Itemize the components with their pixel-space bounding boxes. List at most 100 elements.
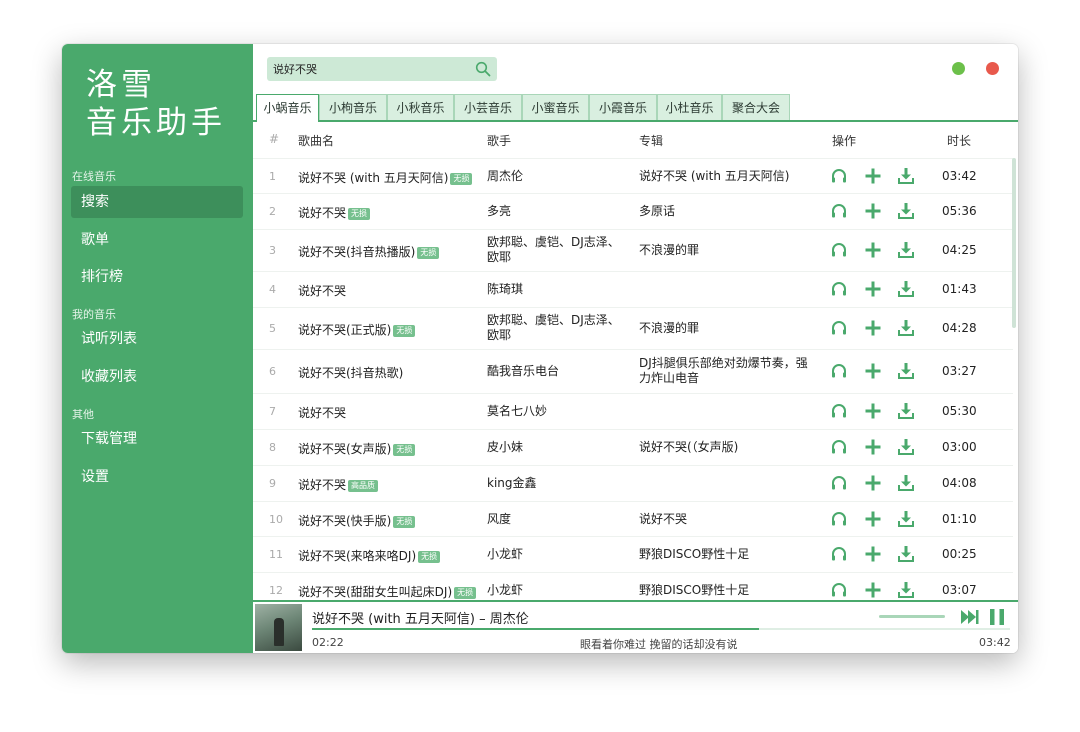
list-scrollbar[interactable] <box>1012 158 1016 328</box>
download-icon[interactable] <box>897 438 915 456</box>
sidebar-item-settings[interactable]: 设置 <box>71 461 243 493</box>
headphones-icon[interactable] <box>830 545 848 563</box>
pause-icon[interactable] <box>989 608 1005 626</box>
sidebar-item-playlists[interactable]: 歌单 <box>71 224 243 256</box>
download-icon[interactable] <box>897 474 915 492</box>
album-cover[interactable] <box>255 604 302 651</box>
plus-icon[interactable] <box>864 280 882 298</box>
window-minimize-button[interactable] <box>952 62 965 75</box>
download-icon[interactable] <box>897 581 915 599</box>
table-row[interactable]: 9 说好不哭 高品质 king金鑫 04:08 <box>253 465 1013 502</box>
table-row[interactable]: 3 说好不哭(抖音热播版) 无损 欧邦聪、虞铠、DJ志泽、欧耶 不浪漫的罪 04:… <box>253 229 1013 272</box>
row-album[interactable]: 说好不哭(（女声版) <box>639 440 819 455</box>
table-row[interactable]: 5 说好不哭(正式版) 无损 欧邦聪、虞铠、DJ志泽、欧耶 不浪漫的罪 04:28 <box>253 307 1013 350</box>
row-singer[interactable]: king金鑫 <box>487 476 627 491</box>
plus-icon[interactable] <box>864 167 882 185</box>
download-icon[interactable] <box>897 362 915 380</box>
table-row[interactable]: 4 说好不哭 陈琦琪 01:43 <box>253 271 1013 308</box>
headphones-icon[interactable] <box>830 202 848 220</box>
search-input[interactable] <box>273 57 469 81</box>
plus-icon[interactable] <box>864 438 882 456</box>
headphones-icon[interactable] <box>830 474 848 492</box>
row-index: 9 <box>269 477 276 490</box>
headphones-icon[interactable] <box>830 280 848 298</box>
progress-bar[interactable] <box>312 628 1010 630</box>
sidebar-item-charts[interactable]: 排行榜 <box>71 261 243 293</box>
plus-icon[interactable] <box>864 319 882 337</box>
plus-icon[interactable] <box>864 510 882 528</box>
headphones-icon[interactable] <box>830 581 848 599</box>
table-row[interactable]: 10 说好不哭(快手版) 无损 风度 说好不哭 01:10 <box>253 501 1013 537</box>
headphones-icon[interactable] <box>830 319 848 337</box>
row-singer[interactable]: 小龙虾 <box>487 547 627 562</box>
row-singer[interactable]: 莫名七八妙 <box>487 404 627 419</box>
row-singer[interactable]: 酷我音乐电台 <box>487 364 627 379</box>
download-icon[interactable] <box>897 319 915 337</box>
row-index: 6 <box>269 365 276 378</box>
tab-source-8[interactable]: 聚合大会 <box>722 94 790 120</box>
download-icon[interactable] <box>897 510 915 528</box>
header-duration: 时长 <box>947 134 972 148</box>
tab-source-3[interactable]: 小秋音乐 <box>387 94 454 120</box>
row-album[interactable]: 多原话 <box>639 204 819 219</box>
plus-icon[interactable] <box>864 402 882 420</box>
row-singer[interactable]: 欧邦聪、虞铠、DJ志泽、欧耶 <box>487 235 627 265</box>
download-icon[interactable] <box>897 167 915 185</box>
headphones-icon[interactable] <box>830 167 848 185</box>
plus-icon[interactable] <box>864 581 882 599</box>
row-album[interactable]: 野狼DISCO野性十足 <box>639 583 819 598</box>
tab-source-4[interactable]: 小芸音乐 <box>454 94 522 120</box>
download-icon[interactable] <box>897 202 915 220</box>
tab-source-1[interactable]: 小蜗音乐 <box>256 94 319 122</box>
table-row[interactable]: 6 说好不哭(抖音热歌) 酷我音乐电台 DJ抖腿俱乐部绝对劲爆节奏，强力炸山电音… <box>253 349 1013 394</box>
row-song-cell: 说好不哭 <box>298 282 346 299</box>
row-album[interactable]: 说好不哭 <box>639 512 819 527</box>
download-icon[interactable] <box>897 241 915 259</box>
row-singer[interactable]: 陈琦琪 <box>487 282 627 297</box>
headphones-icon[interactable] <box>830 438 848 456</box>
volume-slider[interactable] <box>879 615 945 618</box>
plus-icon[interactable] <box>864 202 882 220</box>
tab-source-2[interactable]: 小枸音乐 <box>319 94 387 120</box>
table-row[interactable]: 11 说好不哭(来咯来咯DJ) 无损 小龙虾 野狼DISCO野性十足 00:25 <box>253 536 1013 573</box>
row-singer[interactable]: 风度 <box>487 512 627 527</box>
table-row[interactable]: 2 说好不哭 无损 多亮 多原话 05:36 <box>253 193 1013 230</box>
sidebar-item-trial-list[interactable]: 试听列表 <box>71 323 243 355</box>
tab-source-6[interactable]: 小霞音乐 <box>589 94 657 120</box>
sidebar-item-downloads[interactable]: 下载管理 <box>71 423 243 455</box>
table-row[interactable]: 12 说好不哭(甜甜女生叫起床DJ) 无损 小龙虾 野狼DISCO野性十足 03:… <box>253 572 1013 600</box>
sidebar-item-favorites[interactable]: 收藏列表 <box>71 361 243 393</box>
row-singer[interactable]: 欧邦聪、虞铠、DJ志泽、欧耶 <box>487 313 627 343</box>
plus-icon[interactable] <box>864 474 882 492</box>
headphones-icon[interactable] <box>830 241 848 259</box>
search-icon[interactable] <box>475 61 491 77</box>
row-album[interactable]: 不浪漫的罪 <box>639 243 819 258</box>
row-singer[interactable]: 皮小妹 <box>487 440 627 455</box>
tab-source-5[interactable]: 小蜜音乐 <box>522 94 589 120</box>
headphones-icon[interactable] <box>830 402 848 420</box>
window-close-button[interactable] <box>986 62 999 75</box>
download-icon[interactable] <box>897 402 915 420</box>
plus-icon[interactable] <box>864 545 882 563</box>
table-row[interactable]: 7 说好不哭 莫名七八妙 05:30 <box>253 393 1013 430</box>
download-icon[interactable] <box>897 545 915 563</box>
download-icon[interactable] <box>897 280 915 298</box>
plus-icon[interactable] <box>864 362 882 380</box>
row-album[interactable]: 不浪漫的罪 <box>639 321 819 336</box>
row-song-cell: 说好不哭(快手版) 无损 <box>298 512 416 529</box>
plus-icon[interactable] <box>864 241 882 259</box>
headphones-icon[interactable] <box>830 362 848 380</box>
sidebar-item-search[interactable]: 搜索 <box>71 186 243 218</box>
row-album[interactable]: DJ抖腿俱乐部绝对劲爆节奏，强力炸山电音 <box>639 356 819 386</box>
row-album[interactable]: 说好不哭 (with 五月天阿信) <box>639 169 819 184</box>
next-icon[interactable] <box>961 609 979 625</box>
row-singer[interactable]: 周杰伦 <box>487 169 627 184</box>
row-album[interactable]: 野狼DISCO野性十足 <box>639 547 819 562</box>
tab-source-7[interactable]: 小杜音乐 <box>657 94 722 120</box>
row-index: 10 <box>269 513 283 526</box>
headphones-icon[interactable] <box>830 510 848 528</box>
table-row[interactable]: 1 说好不哭 (with 五月天阿信) 无损 周杰伦 说好不哭 (with 五月天… <box>253 158 1013 194</box>
table-row[interactable]: 8 说好不哭(女声版) 无损 皮小妹 说好不哭(（女声版) 03:00 <box>253 429 1013 466</box>
row-singer[interactable]: 多亮 <box>487 204 627 219</box>
row-singer[interactable]: 小龙虾 <box>487 583 627 598</box>
